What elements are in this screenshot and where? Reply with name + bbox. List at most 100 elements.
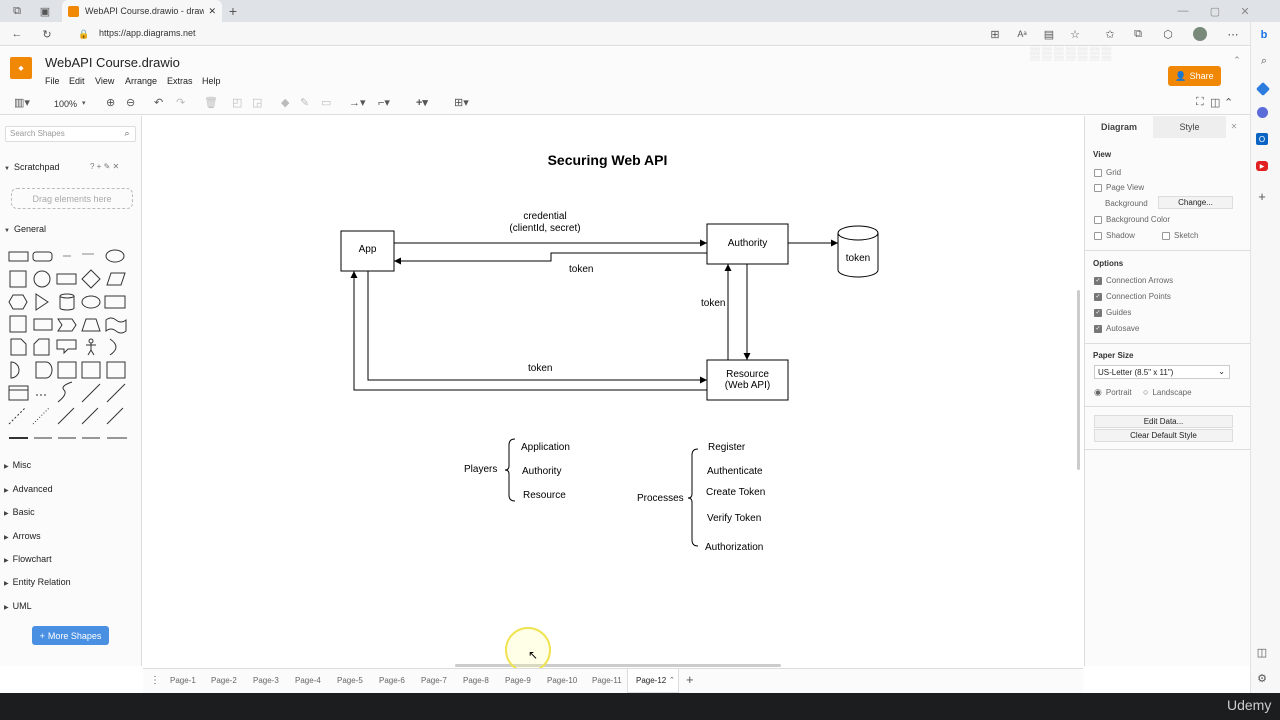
players-label[interactable]: Players [464, 464, 497, 475]
page-tab[interactable]: Page-6 [379, 676, 405, 685]
close-panel-icon[interactable]: ✕ [1229, 121, 1239, 131]
menu-help[interactable]: Help [202, 76, 221, 86]
delete-icon[interactable]: 🗑 [204, 96, 218, 109]
connection-arrows-checkbox[interactable]: ✓ [1094, 276, 1102, 285]
tab-diagram[interactable]: Diagram [1085, 116, 1153, 138]
token-request-label[interactable]: token [528, 363, 552, 374]
app-box-label[interactable]: App [341, 244, 394, 255]
uml-section[interactable]: ▶ UML [4, 601, 32, 611]
page-tab[interactable]: Page-11 [592, 676, 622, 685]
workspaces-icon[interactable]: ⧉ [10, 4, 24, 18]
sidebar-settings-icon[interactable]: ⚙ [1256, 672, 1268, 685]
youtube-icon[interactable]: ▶ [1256, 161, 1268, 171]
page-view-checkbox[interactable] [1094, 183, 1102, 192]
clear-default-style-button[interactable]: Clear Default Style [1094, 429, 1233, 442]
page-tab[interactable]: Page-3 [253, 676, 279, 685]
processes-label[interactable]: Processes [637, 493, 684, 504]
url-field[interactable]: https://app.diagrams.net [99, 28, 196, 38]
shadow-checkbox[interactable] [1094, 231, 1102, 240]
scratchpad-dropzone[interactable]: Drag elements here [11, 188, 133, 209]
to-back-icon[interactable]: ◲ [252, 96, 262, 109]
process-item[interactable]: Verify Token [707, 513, 761, 524]
search-shapes-input[interactable]: Search Shapes [5, 126, 136, 142]
minimize-icon[interactable]: — [1176, 4, 1190, 18]
token-return-label[interactable]: token [569, 264, 593, 275]
shadow-option[interactable]: Shadow [1094, 231, 1135, 240]
process-item[interactable]: Authorization [705, 542, 763, 553]
menu-file[interactable]: File [45, 76, 60, 86]
player-item[interactable]: Resource [523, 490, 566, 501]
more-options-icon[interactable]: ⋯ [1226, 27, 1240, 41]
menu-edit[interactable]: Edit [69, 76, 85, 86]
connection-points-option[interactable]: ✓ Connection Points [1094, 292, 1171, 301]
resource-box-label[interactable]: Resource (Web API) [707, 369, 788, 391]
entity-relation-section[interactable]: ▶ Entity Relation [4, 577, 71, 587]
favorites-icon[interactable]: ✩ [1103, 27, 1117, 41]
basic-section[interactable]: ▶ Basic [4, 507, 35, 517]
vertical-scrollbar[interactable] [1077, 290, 1080, 470]
to-front-icon[interactable]: ◰ [232, 96, 242, 109]
back-icon[interactable]: ← [10, 27, 24, 41]
fill-color-icon[interactable]: ◆ [281, 96, 289, 109]
advanced-section[interactable]: ▶ Advanced [4, 484, 53, 494]
menu-view[interactable]: View [95, 76, 114, 86]
page-tab[interactable]: Page-2 [211, 676, 237, 685]
close-window-icon[interactable]: ✕ [1238, 4, 1252, 18]
grid-option[interactable]: Grid [1094, 168, 1121, 177]
token-cylinder-label[interactable]: token [838, 253, 878, 264]
connection-points-checkbox[interactable]: ✓ [1094, 292, 1102, 301]
page-tab[interactable]: Page-5 [337, 676, 363, 685]
portrait-option[interactable]: ◉ Portrait [1094, 387, 1132, 398]
share-button[interactable]: 👤 Share [1168, 66, 1221, 86]
collapse-toolbar-icon[interactable]: ⌃ [1224, 96, 1233, 109]
general-shapes-grid[interactable] [6, 246, 136, 446]
search-icon[interactable]: ⌕ [122, 128, 132, 138]
sidebar-search-icon[interactable]: ⌕ [1256, 54, 1272, 68]
zoom-out-icon[interactable]: ⊖ [126, 96, 135, 109]
document-title[interactable]: WebAPI Course.drawio [45, 55, 180, 70]
shadow-icon[interactable]: ▭ [321, 96, 331, 109]
waypoints-icon[interactable]: ⌐▾ [378, 96, 390, 109]
sidebar-add-icon[interactable]: + [1256, 189, 1268, 204]
authority-box-label[interactable]: Authority [707, 238, 788, 249]
collections-icon[interactable]: ⧉ [1131, 27, 1145, 41]
sketch-option[interactable]: Sketch [1162, 231, 1198, 240]
zoom-select[interactable]: 100% [54, 99, 77, 109]
sidebar-toggle-icon[interactable]: ◫ [1256, 646, 1268, 659]
extension-icon[interactable]: ⬡ [1161, 27, 1175, 41]
menu-extras[interactable]: Extras [167, 76, 193, 86]
read-aloud-icon[interactable]: Aᵃ [1015, 27, 1029, 41]
close-tab-icon[interactable]: ✕ [208, 6, 216, 17]
connection-icon[interactable]: →▾ [349, 96, 366, 109]
page-tab[interactable]: Page-4 [295, 676, 321, 685]
redo-icon[interactable]: ↷ [176, 96, 185, 109]
grid-checkbox[interactable] [1094, 168, 1102, 177]
profile-avatar[interactable] [1193, 27, 1207, 41]
browser-tab[interactable]: WebAPI Course.drawio - draw.io ✕ [62, 0, 222, 22]
immersive-reader-icon[interactable]: ▤ [1042, 27, 1056, 41]
autosave-checkbox[interactable]: ✓ [1094, 324, 1102, 333]
page-view-option[interactable]: Page View [1094, 183, 1144, 192]
app-available-icon[interactable]: ⊞ [988, 27, 1002, 41]
autosave-option[interactable]: ✓ Autosave [1094, 324, 1139, 333]
toggle-panel-icon[interactable]: ◫ [1210, 96, 1220, 109]
process-item[interactable]: Authenticate [707, 466, 763, 477]
connection-arrows-option[interactable]: ✓ Connection Arrows [1094, 276, 1173, 285]
format-panel-icon[interactable]: ▥▾ [14, 96, 30, 109]
process-item[interactable]: Register [708, 442, 745, 453]
flowchart-section[interactable]: ▶ Flowchart [4, 554, 52, 564]
tab-actions-icon[interactable]: ▣ [38, 4, 52, 18]
line-color-icon[interactable]: ✎ [300, 96, 309, 109]
paper-size-select[interactable]: US-Letter (8.5" x 11") ⌄ [1094, 365, 1230, 379]
sketch-checkbox[interactable] [1162, 231, 1170, 240]
process-item[interactable]: Create Token [706, 487, 765, 498]
arrows-section[interactable]: ▶ Arrows [4, 531, 41, 541]
player-item[interactable]: Application [521, 442, 570, 453]
page-tab[interactable]: Page-10 [547, 676, 577, 685]
scratchpad-actions-icon[interactable]: ? + ✎ ✕ [90, 162, 119, 171]
undo-icon[interactable]: ↶ [154, 96, 163, 109]
token-verify-label[interactable]: token [701, 298, 726, 309]
page-tab[interactable]: Page-9 [505, 676, 531, 685]
radio-icon[interactable]: ○ [1143, 387, 1148, 397]
menu-arrange[interactable]: Arrange [125, 76, 157, 86]
